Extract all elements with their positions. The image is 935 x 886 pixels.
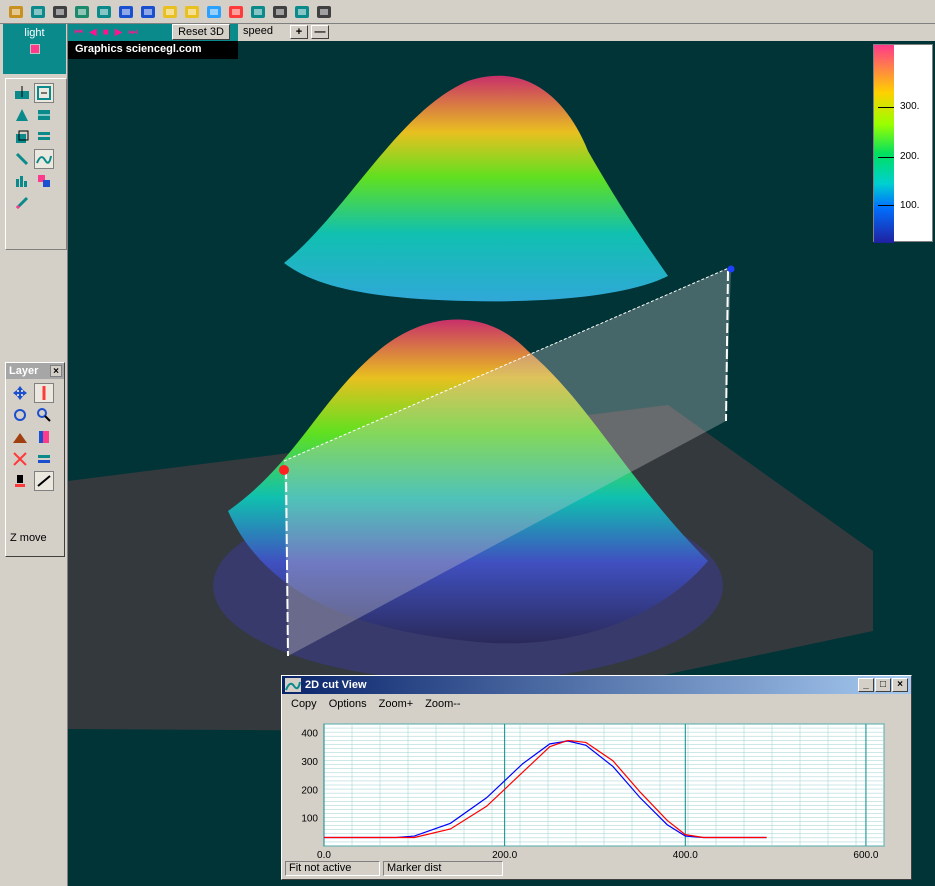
magnifier-icon[interactable] [34,405,54,425]
layer-mode-label: Z move [10,532,47,544]
cross-icon[interactable] [10,449,30,469]
camera-icon[interactable] [94,2,114,22]
legend-label-100: 100. [900,200,920,211]
terrain-icon[interactable] [10,427,30,447]
play-back-icon[interactable]: ◀ [89,27,97,38]
histogram-icon[interactable] [12,171,32,191]
layer-tools [6,379,64,493]
layer-title: Layer [9,365,39,377]
sparkle-icon[interactable] [204,2,224,22]
color-blocks-icon[interactable] [34,171,54,191]
color-bars-icon[interactable] [248,2,268,22]
x-tick-label: 400.0 [673,850,698,861]
surface-icon[interactable] [34,149,54,169]
cut-start-marker[interactable] [279,465,289,475]
close-button[interactable]: × [892,678,908,692]
layer-close-button[interactable]: × [50,365,62,377]
cut-chart-area[interactable]: 0.0 200.0 400.0 600.0 400 300 200 100 [286,716,906,861]
plane-xy-icon[interactable] [12,83,32,103]
book-icon[interactable] [34,427,54,447]
globe-icon[interactable] [72,2,92,22]
menu-options[interactable]: Options [323,698,373,710]
open-icon[interactable] [6,2,26,22]
color-palette-icon[interactable] [226,2,246,22]
minimize-button[interactable]: _ [858,678,874,692]
pencil-icon[interactable] [12,193,32,213]
color-legend: 300. 200. 100. [873,44,933,243]
zoom-in-icon[interactable] [116,2,136,22]
cut-view-title-bar[interactable]: 2D cut View _ □ × [282,676,911,694]
reset-3d-button[interactable]: Reset 3D [172,24,230,40]
move-icon[interactable] [10,383,30,403]
maximize-button[interactable]: □ [875,678,891,692]
y-tick-label: 300 [301,757,318,768]
axes-icon[interactable] [270,2,290,22]
last-frame-icon[interactable]: ⏭ [128,27,137,38]
light-cone-icon[interactable] [160,2,180,22]
stop-icon[interactable]: ■ [103,27,109,38]
x-tick-label: 0.0 [317,850,331,861]
lamp-icon[interactable] [10,471,30,491]
status-marker: Marker dist [383,861,503,876]
status-fit: Fit not active [285,861,380,876]
y-tick-label: 200 [301,785,318,796]
cut-chart: 0.0 200.0 400.0 600.0 400 300 200 100 [301,723,885,861]
layer-panel: Layer × Z move [5,362,65,557]
layers-icon[interactable] [34,449,54,469]
cut-view-title: 2D cut View [305,679,367,691]
plane-xz-icon[interactable] [12,105,32,125]
cut-view-icon [285,678,301,692]
cut-end-marker[interactable] [727,265,735,273]
color-legend-gradient [874,45,894,243]
legend-label-200: 200. [900,151,920,162]
cut-view-window: 2D cut View _ □ × Copy Options Zoom+ Zoo… [281,675,912,880]
box-icon[interactable] [12,127,32,147]
legend-tick [878,205,894,206]
view-tools-palette [5,78,67,250]
save-icon[interactable] [28,2,48,22]
stripes-icon[interactable] [34,127,54,147]
speed-label: speed [243,25,273,37]
axis-arrow-icon[interactable] [12,149,32,169]
main-toolbar [0,0,935,24]
grid-plane-icon[interactable] [34,105,54,125]
layer-title-bar[interactable]: Layer × [6,363,64,379]
cut-view-menu: Copy Options Zoom+ Zoom-- [282,694,911,714]
light-label: light [24,27,45,39]
y-tick-label: 400 [301,729,318,740]
x-tick-label: 600.0 [853,850,878,861]
frame-icon[interactable] [34,83,54,103]
z-move-icon[interactable] [34,383,54,403]
legend-tick [878,107,894,108]
light-color-swatch[interactable] [29,44,40,54]
menu-zoom-out[interactable]: Zoom-- [419,698,466,710]
y-tick-label: 100 [301,814,318,825]
print-icon[interactable] [50,2,70,22]
left-panel: light Layer × Z move [0,24,68,886]
light-panel[interactable]: light [3,24,66,74]
animation-bar: ⏮ ◀ ■ ▶ ⏭ Reset 3D speed + — [68,24,935,41]
upper-surface [284,75,668,302]
legend-label-300: 300. [900,101,920,112]
x-tick-label: 200.0 [492,850,517,861]
speed-minus-button[interactable]: — [311,25,329,39]
menu-zoom-in[interactable]: Zoom+ [373,698,420,710]
zoom-out-icon[interactable] [138,2,158,22]
cut-view-icon[interactable] [292,2,312,22]
tornado-icon[interactable] [314,2,334,22]
light-beam-icon[interactable] [182,2,202,22]
status-bar: Fit not active Marker dist [285,861,503,876]
play-icon[interactable]: ▶ [115,27,123,38]
first-frame-icon[interactable]: ⏮ [74,27,83,38]
rotate-icon[interactable] [10,405,30,425]
legend-tick [878,157,894,158]
speed-plus-button[interactable]: + [290,25,308,39]
z-scale-icon[interactable] [34,471,54,491]
menu-copy[interactable]: Copy [285,698,323,710]
